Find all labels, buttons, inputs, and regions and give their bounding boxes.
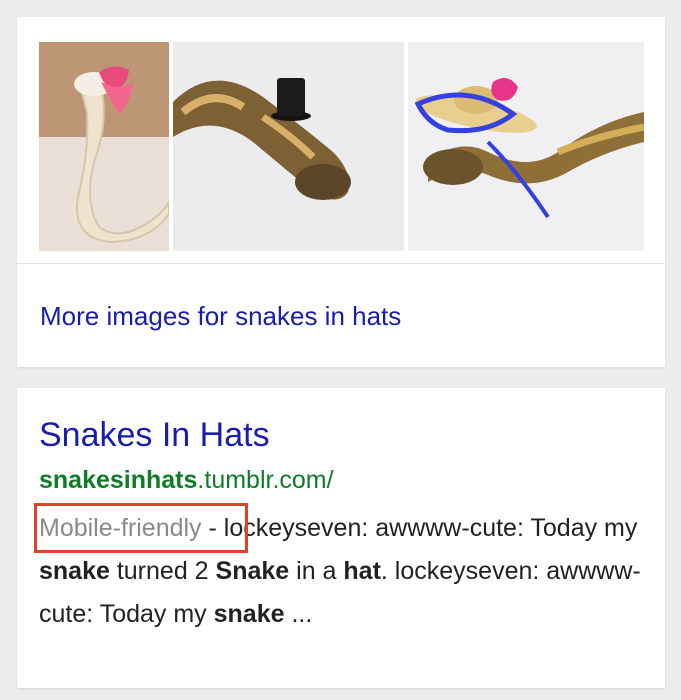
card-divider: [17, 263, 665, 264]
image-thumbnail-1[interactable]: [39, 42, 169, 251]
snake-with-sun-hat-image: [408, 42, 644, 251]
snake-with-pink-hat-image: [39, 42, 169, 251]
snippet-bold-3: hat: [343, 557, 381, 585]
mobile-friendly-label-wrap: Mobile-friendly: [34, 503, 248, 553]
result-url-rest: .tumblr.com/: [197, 466, 334, 494]
image-thumbnail-2[interactable]: [173, 42, 404, 251]
snippet-bold-1: snake: [39, 557, 110, 585]
mobile-friendly-label: Mobile-friendly: [39, 514, 202, 542]
search-result-card: Snakes In Hats snakesinhats.tumblr.com/ …: [17, 388, 665, 688]
snippet-text-3: in a: [289, 557, 344, 585]
snippet-bold-2: Snake: [215, 557, 290, 585]
snippet-bold-4: snake: [213, 600, 285, 628]
snippet-text-5: ...: [284, 600, 313, 628]
snippet-text-2: turned 2: [109, 557, 216, 585]
result-title-link[interactable]: Snakes In Hats: [39, 416, 270, 455]
snippet-text-1: - lockeyseven: awwww-cute: Today my: [201, 514, 638, 542]
result-snippet: Mobile-friendly - lockeyseven: awwww-cut…: [34, 503, 649, 636]
result-url: snakesinhats.tumblr.com/: [39, 466, 334, 495]
snake-with-top-hat-image: [173, 42, 404, 251]
result-url-domain-bold: snakesinhats: [39, 466, 198, 494]
image-results-card: More images for snakes in hats: [17, 17, 665, 367]
image-thumbnail-3[interactable]: [408, 42, 644, 251]
more-images-link[interactable]: More images for snakes in hats: [40, 301, 401, 332]
